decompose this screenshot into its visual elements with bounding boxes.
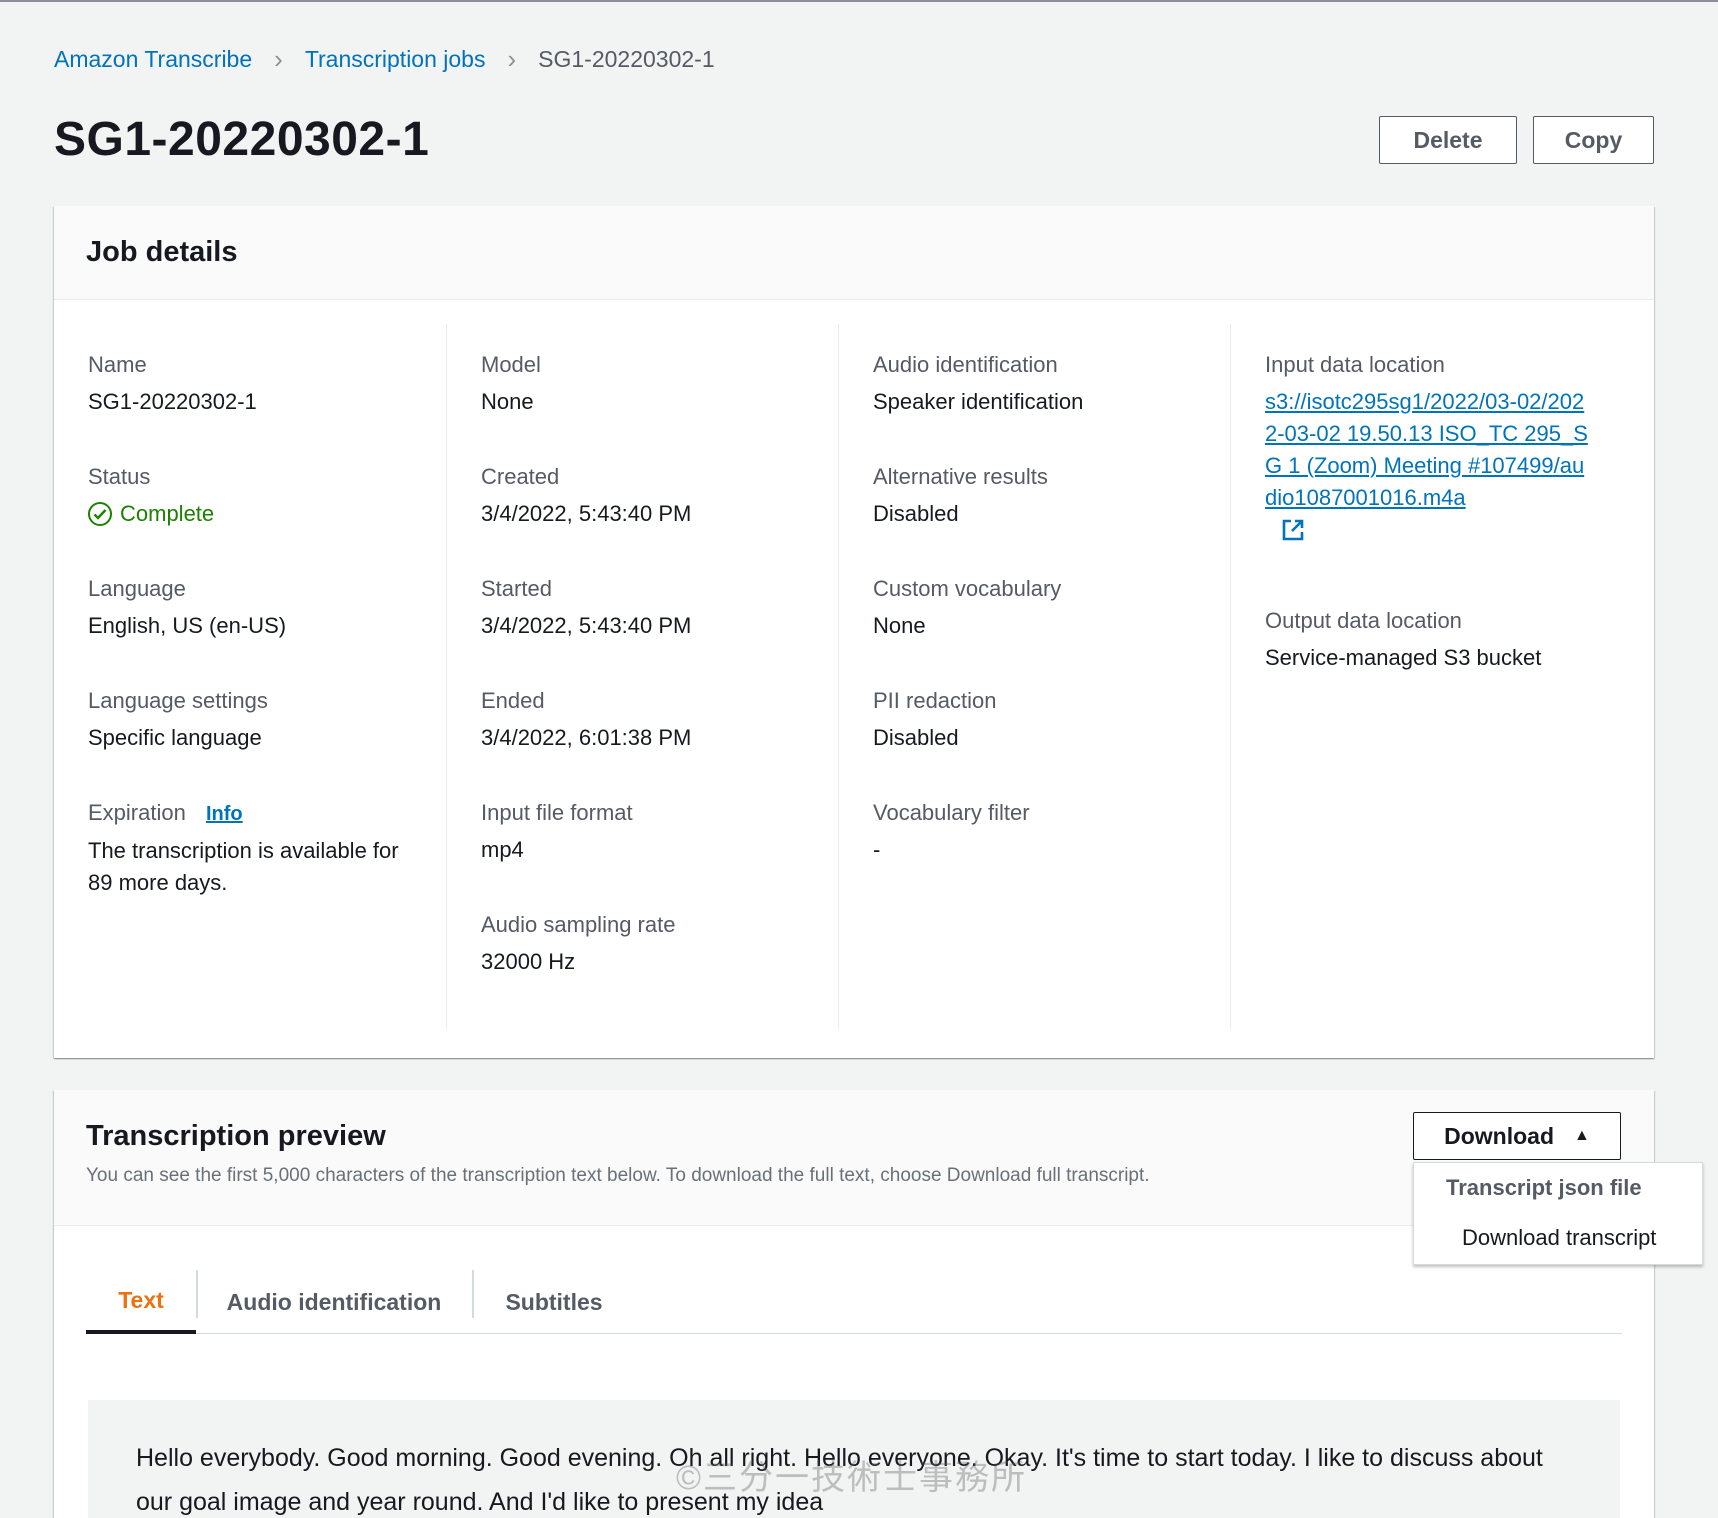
- field-value: Disabled: [873, 501, 959, 526]
- transcript-text: Hello everybody. Good morning. Good even…: [88, 1400, 1620, 1518]
- tab-text[interactable]: Text: [86, 1270, 196, 1334]
- field-audio-sampling-rate: Audio sampling rate 32000 Hz: [481, 910, 804, 998]
- field-label: Language settings: [88, 688, 268, 713]
- field-value: Specific language: [88, 725, 262, 750]
- field-output-data-location: Output data location Service-managed S3 …: [1265, 606, 1588, 694]
- field-value: 32000 Hz: [481, 949, 576, 974]
- field-label: Input file format: [481, 800, 633, 825]
- expiration-label: Expiration: [88, 800, 186, 825]
- check-circle-icon: [88, 502, 112, 526]
- preview-title: Transcription preview: [86, 1120, 386, 1152]
- preview-tabs: Text Audio identification Subtitles: [86, 1270, 1622, 1334]
- field-label: Name: [88, 352, 147, 377]
- field-value: None: [873, 613, 926, 638]
- external-link-icon[interactable]: [1281, 518, 1305, 551]
- field-value: The transcription is available for 89 mo…: [88, 838, 399, 895]
- breadcrumb-link-transcription-jobs[interactable]: Transcription jobs: [305, 46, 486, 73]
- field-label: Expiration Info: [88, 798, 412, 829]
- tab-audio-identification[interactable]: Audio identification: [196, 1270, 472, 1334]
- field-value: -: [873, 837, 881, 862]
- chevron-right-icon: ›: [507, 44, 517, 74]
- field-label: Vocabulary filter: [873, 800, 1030, 825]
- download-dropdown-menu: Transcript json file Download transcript: [1413, 1162, 1703, 1265]
- download-label: Download: [1444, 1122, 1555, 1149]
- field-expiration: Expiration Info The transcription is ava…: [88, 798, 412, 899]
- field-value: Speaker identification: [873, 389, 1084, 414]
- breadcrumb-current: SG1-20220302-1: [538, 46, 715, 72]
- field-value: None: [481, 389, 534, 414]
- field-label: Audio identification: [873, 352, 1058, 377]
- status-badge: Complete: [88, 498, 412, 530]
- info-link[interactable]: Info: [206, 803, 243, 825]
- field-alternative-results: Alternative results Disabled: [873, 462, 1196, 550]
- field-status: Status Complete: [88, 462, 412, 550]
- field-value: English, US (en-US): [88, 613, 287, 638]
- job-details-title: Job details: [86, 236, 238, 268]
- details-column-4: Input data location s3://isotc295sg1/202…: [1230, 324, 1622, 1030]
- field-value: mp4: [481, 837, 524, 862]
- field-started: Started 3/4/2022, 5:43:40 PM: [481, 574, 804, 662]
- field-audio-identification: Audio identification Speaker identificat…: [873, 350, 1196, 438]
- field-label: Ended: [481, 688, 545, 713]
- delete-button[interactable]: Delete: [1379, 116, 1517, 164]
- field-pii-redaction: PII redaction Disabled: [873, 686, 1196, 774]
- menu-item-download-transcript[interactable]: Download transcript: [1414, 1213, 1702, 1263]
- details-column-1: Name SG1-20220302-1 Status Complete Lang…: [54, 324, 446, 1030]
- field-label: Model: [481, 352, 541, 377]
- details-column-3: Audio identification Speaker identificat…: [838, 324, 1230, 1030]
- field-vocabulary-filter: Vocabulary filter -: [873, 798, 1196, 886]
- breadcrumb: Amazon Transcribe › Transcription jobs ›…: [54, 44, 715, 75]
- chevron-right-icon: ›: [274, 44, 283, 74]
- field-value: 3/4/2022, 6:01:38 PM: [481, 725, 692, 750]
- field-value: 3/4/2022, 5:43:40 PM: [481, 501, 692, 526]
- field-name: Name SG1-20220302-1: [88, 350, 412, 438]
- download-button[interactable]: Download ▲: [1413, 1112, 1621, 1160]
- input-data-location-link[interactable]: s3://isotc295sg1/2022/03-02/2022-03-02 1…: [1265, 389, 1588, 510]
- field-custom-vocabulary: Custom vocabulary None: [873, 574, 1196, 662]
- menu-group-transcript-json: Transcript json file: [1446, 1175, 1642, 1200]
- field-label: Audio sampling rate: [481, 912, 676, 937]
- job-details-header: Job details: [54, 206, 1654, 300]
- field-label: Started: [481, 576, 552, 601]
- field-input-file-format: Input file format mp4: [481, 798, 804, 886]
- field-label: Output data location: [1265, 608, 1462, 633]
- tab-subtitles[interactable]: Subtitles: [472, 1270, 636, 1334]
- field-label: Language: [88, 576, 186, 601]
- field-value: 3/4/2022, 5:43:40 PM: [481, 613, 692, 638]
- field-value: SG1-20220302-1: [88, 389, 257, 414]
- input-location-value: s3://isotc295sg1/2022/03-02/2022-03-02 1…: [1265, 386, 1588, 551]
- field-label: Created: [481, 464, 560, 489]
- field-label: Custom vocabulary: [873, 576, 1062, 601]
- field-language: Language English, US (en-US): [88, 574, 412, 662]
- status-text: Complete: [120, 501, 215, 526]
- preview-description: You can see the first 5,000 characters o…: [86, 1165, 1150, 1186]
- field-language-settings: Language settings Specific language: [88, 686, 412, 774]
- caret-up-icon: ▲: [1574, 1127, 1590, 1144]
- field-label: Status: [88, 464, 151, 489]
- job-details-panel: Job details Name SG1-20220302-1 Status C…: [54, 206, 1654, 1058]
- job-details-columns: Name SG1-20220302-1 Status Complete Lang…: [54, 324, 1654, 1030]
- field-value: Disabled: [873, 725, 959, 750]
- field-created: Created 3/4/2022, 5:43:40 PM: [481, 462, 804, 550]
- field-input-data-location: Input data location s3://isotc295sg1/202…: [1265, 350, 1588, 582]
- page-title: SG1-20220302-1: [54, 113, 430, 166]
- field-label: PII redaction: [873, 688, 997, 713]
- field-value: Service-managed S3 bucket: [1265, 645, 1542, 670]
- details-column-2: Model None Created 3/4/2022, 5:43:40 PM …: [446, 324, 838, 1030]
- transcription-preview-panel: Transcription preview You can see the fi…: [54, 1090, 1654, 1518]
- field-label: Alternative results: [873, 464, 1048, 489]
- breadcrumb-link-amazon-transcribe[interactable]: Amazon Transcribe: [54, 46, 252, 73]
- field-ended: Ended 3/4/2022, 6:01:38 PM: [481, 686, 804, 774]
- copy-button[interactable]: Copy: [1533, 116, 1654, 164]
- field-label: Input data location: [1265, 352, 1445, 377]
- field-model: Model None: [481, 350, 804, 438]
